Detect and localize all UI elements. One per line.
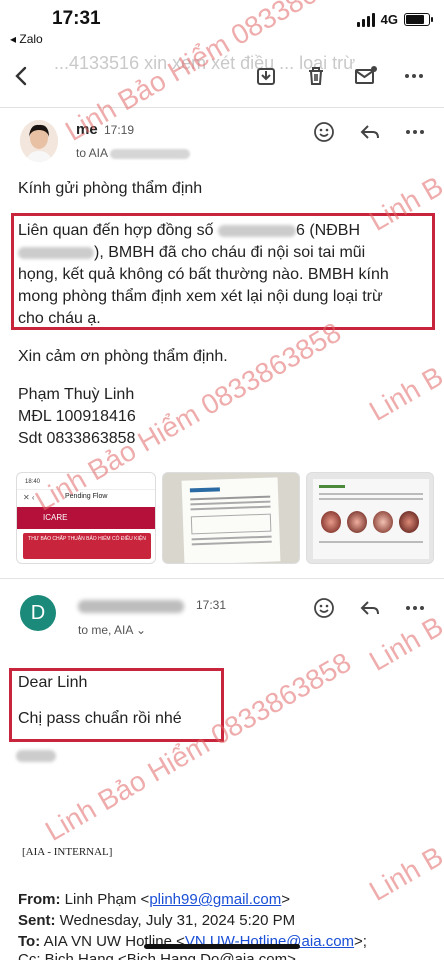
forward-cc-line: Cc: Bich Hang <Bich.Hang.Do@aia.com> bbox=[18, 953, 296, 960]
avatar[interactable]: D bbox=[20, 595, 56, 631]
name-redaction bbox=[18, 246, 94, 259]
body-text: ), BMBH đã cho cháu đi nội soi tai mũi bbox=[94, 244, 366, 261]
signature-phone: Sdt 0833863858 bbox=[18, 430, 136, 447]
body-line: họng, kết quả không có bất thường nào. B… bbox=[18, 266, 389, 283]
avatar[interactable] bbox=[20, 120, 58, 162]
email-subject: ...4133516 xin xem xét điều ... loại trừ bbox=[54, 53, 356, 73]
battery-icon bbox=[404, 13, 433, 26]
body-line: mong phòng thẩm định xem xét lại nội dun… bbox=[18, 288, 383, 305]
more-options-icon[interactable] bbox=[400, 62, 428, 90]
thanks-line: Xin cảm ơn phòng thẩm định. bbox=[18, 348, 228, 365]
forward-sent-line: Sent: Wednesday, July 31, 2024 5:20 PM bbox=[18, 912, 295, 929]
body-line: Liên quan đến hợp đồng số 6 (NĐBH bbox=[18, 220, 360, 242]
reply-line: Chị pass chuẩn rồi nhé bbox=[18, 710, 182, 727]
signal-icon bbox=[356, 12, 375, 27]
home-indicator bbox=[144, 944, 300, 949]
from-end: > bbox=[281, 891, 291, 908]
signature-code: MĐL 100918416 bbox=[18, 408, 136, 425]
reply-icon[interactable] bbox=[357, 595, 383, 621]
signature-redaction bbox=[16, 750, 56, 762]
sender-name: me bbox=[76, 121, 98, 138]
attachment-brand: ICARE bbox=[43, 513, 68, 522]
signature-name: Phạm Thuỳ Linh bbox=[18, 386, 135, 403]
watermark: Linh B bbox=[364, 360, 444, 427]
to-label: To: bbox=[18, 933, 41, 950]
status-bar: 17:31 ◂ Zalo 4G bbox=[0, 0, 444, 46]
attachment-time: 18:40 bbox=[25, 479, 41, 485]
body-text: Liên quan đến hợp đồng số bbox=[18, 222, 218, 239]
body-line: cho cháu ạ. bbox=[18, 310, 101, 327]
mark-unread-icon[interactable] bbox=[352, 62, 380, 90]
dear-line: Dear Linh bbox=[18, 674, 88, 691]
recipient-redaction bbox=[110, 148, 191, 159]
message-divider bbox=[0, 578, 444, 579]
attachment-notice: THƯ BÁO CHẤP THUẬN BẢO HIỂM CÓ ĐIỀU KIỆN bbox=[28, 536, 146, 542]
to-end: >; bbox=[354, 933, 367, 950]
forward-from-line: From: Linh Phạm <plinh99@gmail.com> bbox=[18, 891, 290, 908]
from-name: Linh Phạm < bbox=[64, 891, 150, 908]
contract-redaction bbox=[218, 224, 296, 237]
from-label: From: bbox=[18, 891, 61, 908]
recipient-text: to me, AIA bbox=[78, 623, 133, 637]
emoji-reaction-icon[interactable] bbox=[311, 595, 337, 621]
sender-name-redaction bbox=[78, 600, 184, 613]
archive-icon[interactable] bbox=[252, 62, 280, 90]
recipient-line[interactable]: to me, AIA ⌄ bbox=[78, 623, 146, 637]
message-time: 17:19 bbox=[104, 123, 135, 137]
network-type: 4G bbox=[380, 12, 398, 27]
more-options-icon[interactable] bbox=[402, 119, 428, 145]
attachment-thumbnail[interactable] bbox=[306, 472, 434, 564]
close-icon: ✕ ‹ bbox=[23, 493, 35, 502]
body-text: 6 (NĐBH bbox=[296, 222, 361, 239]
status-time: 17:31 bbox=[52, 8, 101, 29]
watermark: Linh B bbox=[364, 840, 444, 907]
sent-value: Wednesday, July 31, 2024 5:20 PM bbox=[59, 912, 296, 929]
recipient-line[interactable]: to AIA bbox=[76, 146, 191, 160]
delete-icon[interactable] bbox=[302, 62, 330, 90]
back-arrow-icon[interactable] bbox=[8, 62, 36, 90]
body-line: ), BMBH đã cho cháu đi nội soi tai mũi bbox=[18, 242, 365, 264]
attachment-thumbnail[interactable] bbox=[162, 472, 300, 564]
internal-label: [AIA - INTERNAL] bbox=[22, 846, 113, 858]
chevron-down-icon: ⌄ bbox=[136, 623, 147, 637]
attachment-thumbnail[interactable]: 18:40 ✕ ‹ Pending Flow ICARE THƯ BÁO CHẤ… bbox=[16, 472, 156, 564]
greeting-line: Kính gửi phòng thẩm định bbox=[18, 180, 203, 197]
sent-label: Sent: bbox=[18, 912, 56, 929]
attachment-flow-title: Pending Flow bbox=[65, 493, 108, 500]
reply-icon[interactable] bbox=[357, 119, 383, 145]
message-time: 17:31 bbox=[196, 598, 227, 612]
email-toolbar: ...4133516 xin xem xét điều ... loại trừ bbox=[0, 44, 444, 108]
from-email-link[interactable]: plinh99@gmail.com bbox=[149, 891, 281, 908]
emoji-reaction-icon[interactable] bbox=[311, 119, 337, 145]
recipient-text: to AIA bbox=[76, 146, 109, 160]
more-options-icon[interactable] bbox=[402, 595, 428, 621]
